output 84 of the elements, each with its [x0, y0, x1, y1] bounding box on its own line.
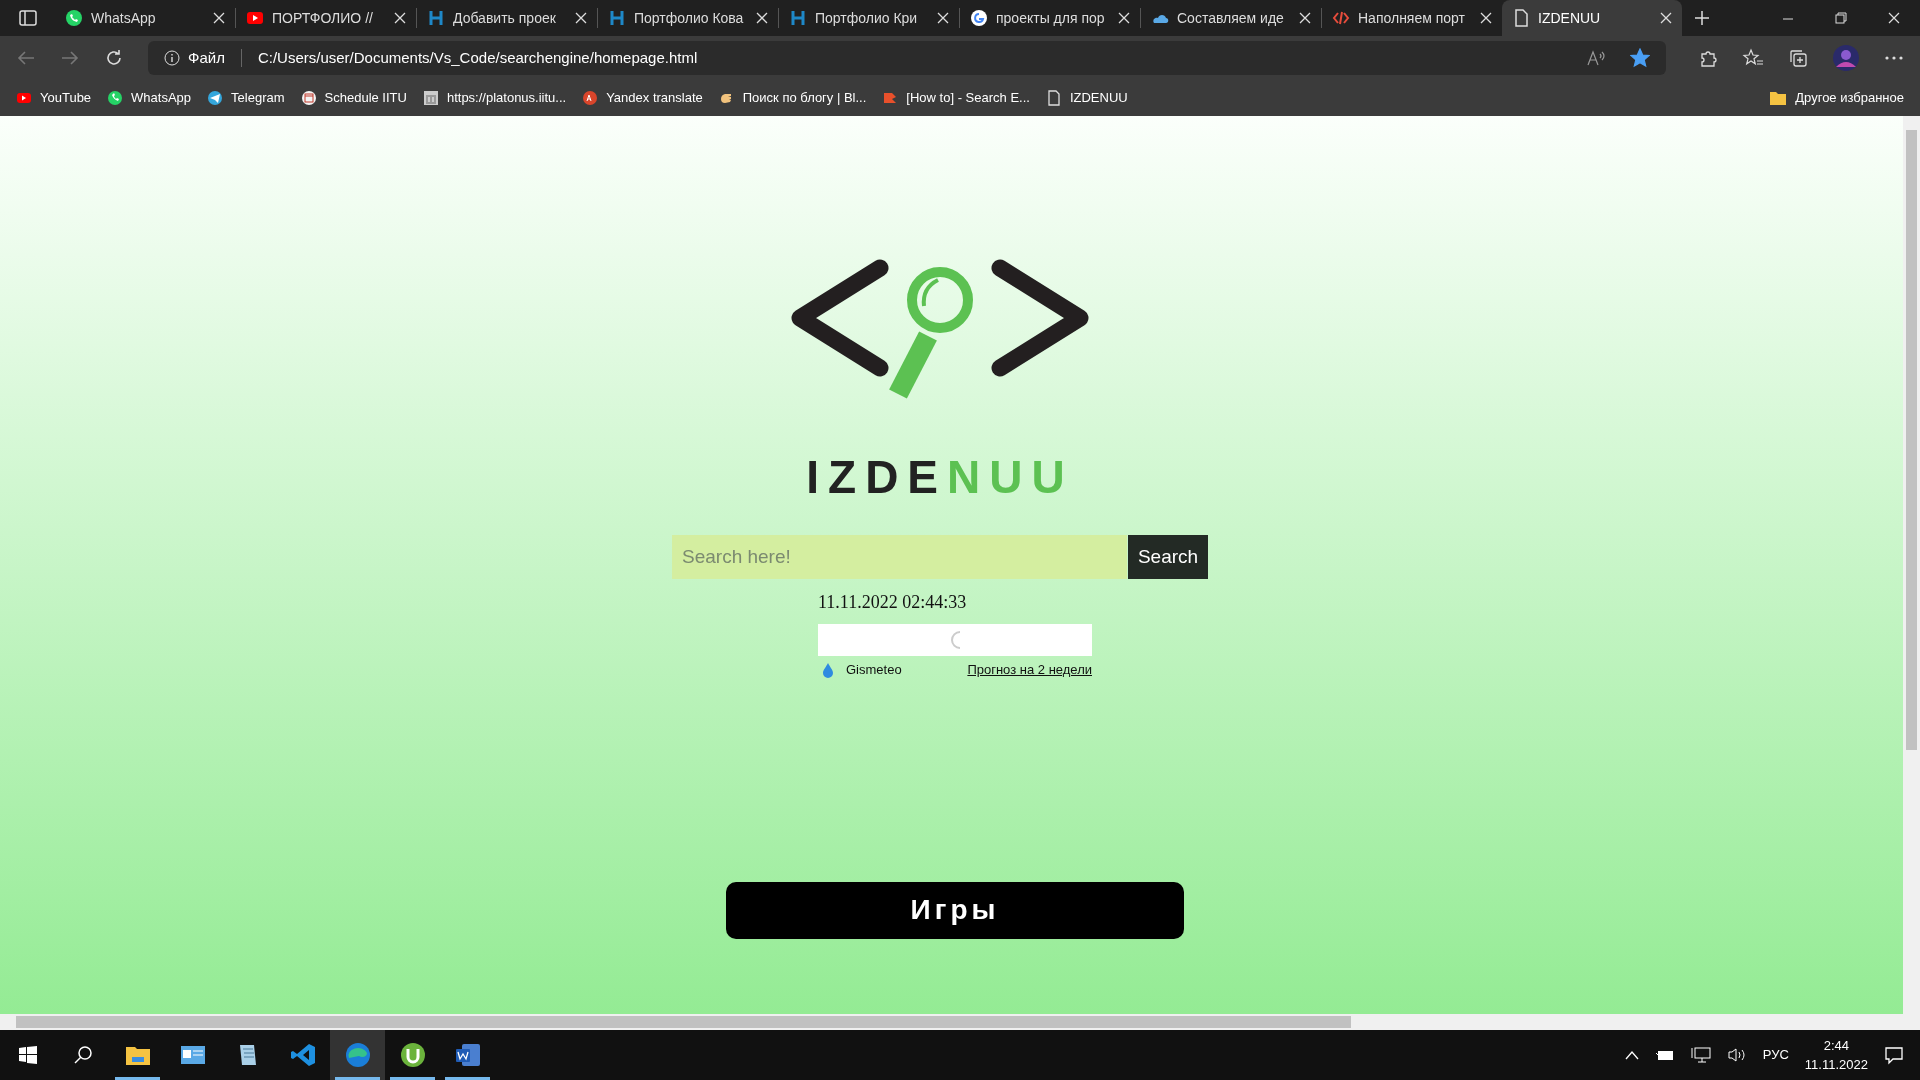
- search-icon[interactable]: [72, 1045, 93, 1065]
- logo-icon: [427, 9, 445, 27]
- bookmark[interactable]: Schedule IITU: [300, 88, 407, 108]
- browser-tab[interactable]: Наполняем порт: [1322, 0, 1502, 36]
- logo-icon: [882, 90, 899, 106]
- browser-tab[interactable]: проекты для пор: [960, 0, 1140, 36]
- torrent-icon: [398, 1041, 427, 1069]
- favorites-icon[interactable]: [1742, 48, 1764, 68]
- network-icon[interactable]: [1690, 1046, 1711, 1064]
- chevron-up-icon[interactable]: [1624, 1050, 1639, 1060]
- other-favorites-folder[interactable]: Другое избранное: [1769, 88, 1904, 108]
- bookmark[interactable]: YouTube: [16, 88, 92, 108]
- search-button[interactable]: Search: [1128, 535, 1208, 579]
- browser-tab[interactable]: Портфолио Кова: [598, 0, 778, 36]
- page-icon: [1512, 9, 1530, 27]
- refresh-icon[interactable]: [104, 48, 124, 68]
- battery-icon[interactable]: [1654, 1048, 1675, 1062]
- code-editor-icon: [288, 1041, 317, 1069]
- games-button[interactable]: Игры: [726, 881, 1184, 939]
- clock[interactable]: 2:44 11.11.2022: [1804, 1035, 1868, 1075]
- tab-actions-icon[interactable]: [18, 9, 37, 27]
- paper-plane-icon: [207, 90, 224, 106]
- language-indicator[interactable]: РУС: [1762, 1045, 1789, 1065]
- bookmark[interactable]: Yandex translate: [582, 88, 703, 108]
- building-icon: [422, 90, 439, 106]
- document-icon: [453, 1041, 482, 1069]
- logo-icon: [970, 9, 988, 27]
- calendar-icon: [300, 90, 317, 106]
- logo-icon: [789, 9, 807, 27]
- avatar-icon[interactable]: [1832, 44, 1860, 72]
- bookmark[interactable]: Telegram: [207, 88, 285, 108]
- page-icon: [1045, 90, 1062, 106]
- bookmark[interactable]: WhatsApp: [107, 88, 192, 108]
- forecast-link[interactable]: Прогноз на 2 недели: [967, 660, 1092, 680]
- bookmark[interactable]: https://platonus.iitu...: [422, 88, 567, 108]
- bookmark[interactable]: Поиск по блогу | Bl...: [718, 88, 867, 108]
- volume-icon[interactable]: [1726, 1047, 1747, 1063]
- chat-icon: [65, 9, 83, 27]
- close-icon[interactable]: [1118, 12, 1130, 24]
- star-icon[interactable]: [1630, 48, 1650, 68]
- play-icon: [16, 90, 32, 106]
- folder-icon: [1769, 90, 1788, 106]
- bookmark[interactable]: [How to] - Search E...: [882, 88, 1030, 108]
- code-icon: [1332, 9, 1350, 27]
- logo-icon: [608, 9, 626, 27]
- vertical-scrollbar[interactable]: [1903, 116, 1920, 1030]
- close-icon[interactable]: [756, 12, 768, 24]
- browser-icon: [343, 1041, 372, 1069]
- close-icon[interactable]: [394, 12, 406, 24]
- site-info-label[interactable]: Файл: [188, 46, 225, 70]
- puzzle-icon[interactable]: [1698, 48, 1718, 68]
- browser-tab[interactable]: Добавить проек: [417, 0, 597, 36]
- play-icon: [246, 9, 264, 27]
- water-drop-icon: [822, 661, 834, 678]
- browser-tab[interactable]: WhatsApp: [55, 0, 235, 36]
- browser-tab[interactable]: Составляем иде: [1141, 0, 1321, 36]
- read-aloud-icon[interactable]: [1586, 48, 1606, 68]
- close-icon[interactable]: [1886, 11, 1901, 25]
- browser-tab[interactable]: Портфолио Кри: [779, 0, 959, 36]
- browser-tab[interactable]: ПОРТФОЛИО //: [236, 0, 416, 36]
- close-icon[interactable]: [575, 12, 587, 24]
- search-field[interactable]: Search here!: [672, 535, 1127, 579]
- date-time-text: 11.11.2022 02:44:33: [818, 591, 968, 614]
- collections-icon[interactable]: [1788, 48, 1808, 68]
- close-icon[interactable]: [937, 12, 949, 24]
- close-icon[interactable]: [1660, 12, 1672, 24]
- browser-tab[interactable]: IZDENUU: [1502, 0, 1682, 36]
- close-icon[interactable]: [213, 12, 225, 24]
- brand-name: IZDE NUU: [806, 454, 1074, 500]
- chat-icon: [107, 90, 124, 106]
- bookmark[interactable]: IZDENUU: [1045, 88, 1128, 108]
- provider-label: Gismeteo: [846, 661, 902, 679]
- notification-icon[interactable]: [1884, 1045, 1904, 1065]
- restore-icon[interactable]: [1833, 11, 1848, 25]
- windows-logo-icon[interactable]: [18, 1046, 37, 1064]
- horizontal-scrollbar[interactable]: [0, 1014, 1903, 1030]
- translate-icon: [582, 90, 599, 106]
- info-icon: [164, 50, 180, 66]
- taskbar-app[interactable]: [330, 1030, 385, 1080]
- loading-spinner-icon: [948, 630, 962, 650]
- close-icon[interactable]: [1299, 12, 1311, 24]
- close-icon[interactable]: [1480, 12, 1492, 24]
- new-tab-icon[interactable]: [1694, 10, 1710, 26]
- url-text[interactable]: C:/Users/user/Documents/Vs_Code/searchengine/homepage.html: [257, 46, 698, 70]
